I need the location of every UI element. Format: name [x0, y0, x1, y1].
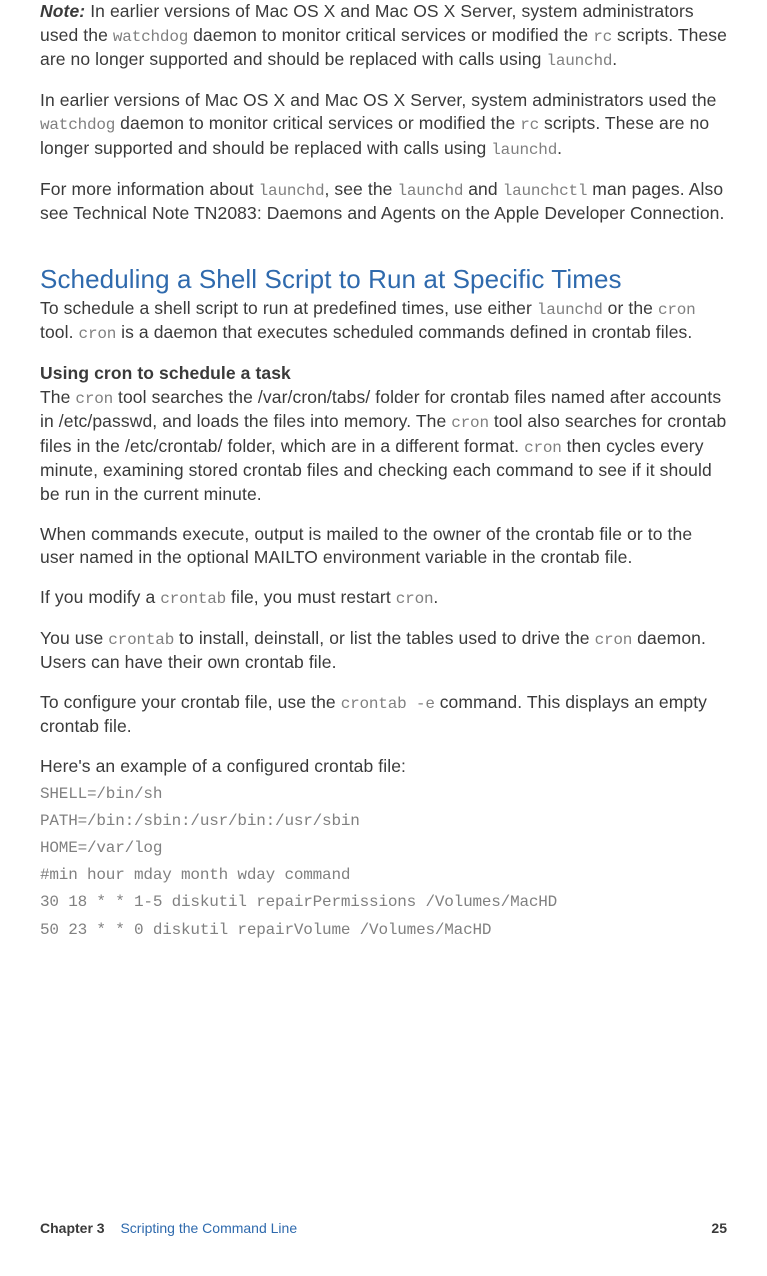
body-text: daemon to monitor critical services or m…: [115, 113, 520, 133]
inline-code: launchd: [397, 182, 463, 200]
body-text: .: [557, 138, 562, 158]
page-content: Note: In earlier versions of Mac OS X an…: [0, 0, 767, 944]
chapter-label: Chapter 3: [40, 1220, 105, 1236]
inline-code: crontab -e: [341, 695, 435, 713]
body-paragraph: Here's an example of a configured cronta…: [40, 755, 727, 779]
inline-code: cron: [524, 439, 562, 457]
body-text: .: [433, 587, 438, 607]
note-label: Note:: [40, 1, 85, 21]
body-text: , see the: [324, 179, 397, 199]
body-text: To schedule a shell script to run at pre…: [40, 298, 537, 318]
body-text: daemon to monitor critical services or m…: [188, 25, 593, 45]
inline-code: watchdog: [113, 28, 188, 46]
inline-code: launchd: [491, 141, 557, 159]
inline-code: cron: [396, 590, 434, 608]
inline-code: cron: [658, 301, 696, 319]
body-text: The: [40, 387, 75, 407]
body-paragraph: When commands execute, output is mailed …: [40, 523, 727, 570]
code-block: SHELL=/bin/sh PATH=/bin:/sbin:/usr/bin:/…: [40, 781, 727, 944]
body-paragraph: For more information about launchd, see …: [40, 178, 727, 226]
body-paragraph: You use crontab to install, deinstall, o…: [40, 627, 727, 675]
body-text: To configure your crontab file, use the: [40, 692, 341, 712]
note-paragraph: Note: In earlier versions of Mac OS X an…: [40, 0, 727, 73]
body-text: is a daemon that executes scheduled comm…: [116, 322, 692, 342]
body-text: In earlier versions of Mac OS X and Mac …: [40, 90, 716, 110]
body-text: .: [612, 49, 617, 69]
inline-code: launchd: [546, 52, 612, 70]
body-paragraph: The cron tool searches the /var/cron/tab…: [40, 386, 727, 507]
footer-left: Chapter 3 Scripting the Command Line: [40, 1220, 297, 1236]
inline-code: launchctl: [503, 182, 588, 200]
inline-code: launchd: [537, 301, 603, 319]
inline-code: launchd: [259, 182, 325, 200]
inline-code: rc: [593, 28, 612, 46]
body-paragraph: In earlier versions of Mac OS X and Mac …: [40, 89, 727, 162]
body-text: For more information about: [40, 179, 259, 199]
inline-code: rc: [520, 116, 539, 134]
inline-code: crontab: [108, 631, 174, 649]
section-heading: Scheduling a Shell Script to Run at Spec…: [40, 264, 727, 295]
inline-code: cron: [451, 414, 489, 432]
chapter-title: Scripting the Command Line: [120, 1220, 297, 1236]
inline-code: cron: [595, 631, 633, 649]
body-text: You use: [40, 628, 108, 648]
body-paragraph: If you modify a crontab file, you must r…: [40, 586, 727, 611]
subheading: Using cron to schedule a task: [40, 362, 727, 386]
body-text: tool.: [40, 322, 79, 342]
body-paragraph: To configure your crontab file, use the …: [40, 691, 727, 739]
inline-code: watchdog: [40, 116, 115, 134]
body-text: file, you must restart: [226, 587, 396, 607]
page-number: 25: [711, 1220, 727, 1236]
body-text: and: [463, 179, 502, 199]
body-text: or the: [603, 298, 658, 318]
body-text: to install, deinstall, or list the table…: [174, 628, 595, 648]
body-text: If you modify a: [40, 587, 160, 607]
page-footer: Chapter 3 Scripting the Command Line 25: [40, 1220, 727, 1236]
inline-code: cron: [75, 390, 113, 408]
inline-code: cron: [79, 325, 117, 343]
body-paragraph: To schedule a shell script to run at pre…: [40, 297, 727, 346]
inline-code: crontab: [160, 590, 226, 608]
